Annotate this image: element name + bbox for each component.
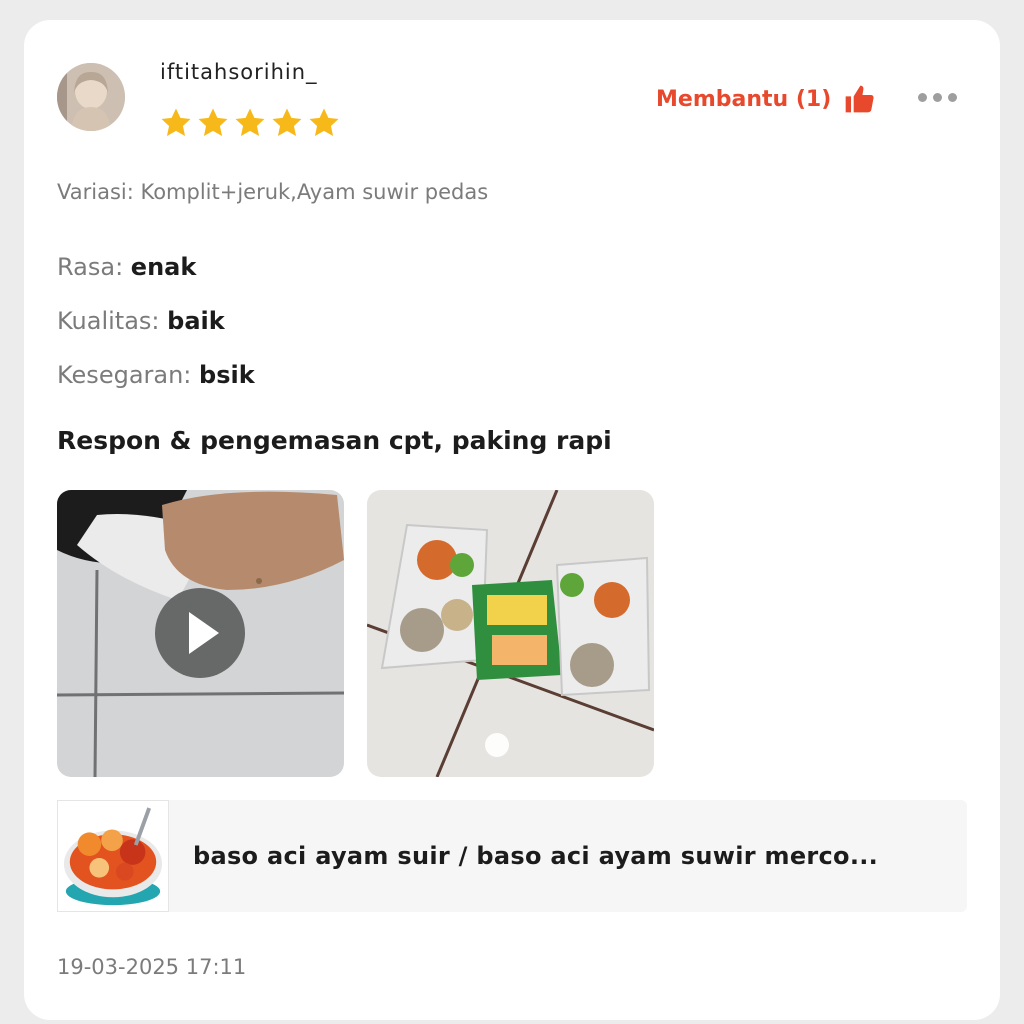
more-dot-icon: [948, 92, 957, 102]
review-comment: Respon & pengemasan cpt, paking rapi: [57, 426, 612, 455]
more-dot-icon: [933, 92, 942, 102]
star-rating: [159, 106, 341, 140]
product-link-card[interactable]: baso aci ayam suir / baso aci ayam suwir…: [57, 800, 967, 912]
star-icon: [159, 106, 193, 140]
thumbs-up-icon: [843, 83, 875, 115]
product-thumbnail: [57, 800, 169, 912]
attribute-row-kesegaran: Kesegaran: bsik: [57, 361, 255, 389]
attribute-label: Kesegaran:: [57, 361, 192, 389]
attribute-label: Rasa:: [57, 253, 124, 281]
variant-text: Variasi: Komplit+jeruk,Ayam suwir pedas: [57, 180, 489, 204]
helpful-label: Membantu (1): [656, 86, 832, 112]
helpful-button[interactable]: Membantu (1): [656, 83, 875, 115]
more-dot-icon: [918, 92, 927, 102]
attribute-row-kualitas: Kualitas: baik: [57, 307, 225, 335]
attribute-value: baik: [167, 307, 225, 335]
star-icon: [233, 106, 267, 140]
attribute-value: enak: [130, 253, 197, 281]
attribute-value: bsik: [199, 361, 255, 389]
review-timestamp: 19-03-2025 17:11: [57, 955, 247, 979]
review-photo-thumbnail[interactable]: [367, 490, 654, 777]
review-video-thumbnail[interactable]: [57, 490, 344, 777]
reviewer-username: iftitahsorihin_: [160, 60, 318, 84]
attribute-label: Kualitas:: [57, 307, 160, 335]
star-icon: [307, 106, 341, 140]
star-icon: [270, 106, 304, 140]
more-options-button[interactable]: [918, 86, 970, 108]
avatar[interactable]: [57, 63, 125, 131]
product-title: baso aci ayam suir / baso aci ayam suwir…: [193, 842, 879, 870]
attribute-row-rasa: Rasa: enak: [57, 253, 196, 281]
star-icon: [196, 106, 230, 140]
